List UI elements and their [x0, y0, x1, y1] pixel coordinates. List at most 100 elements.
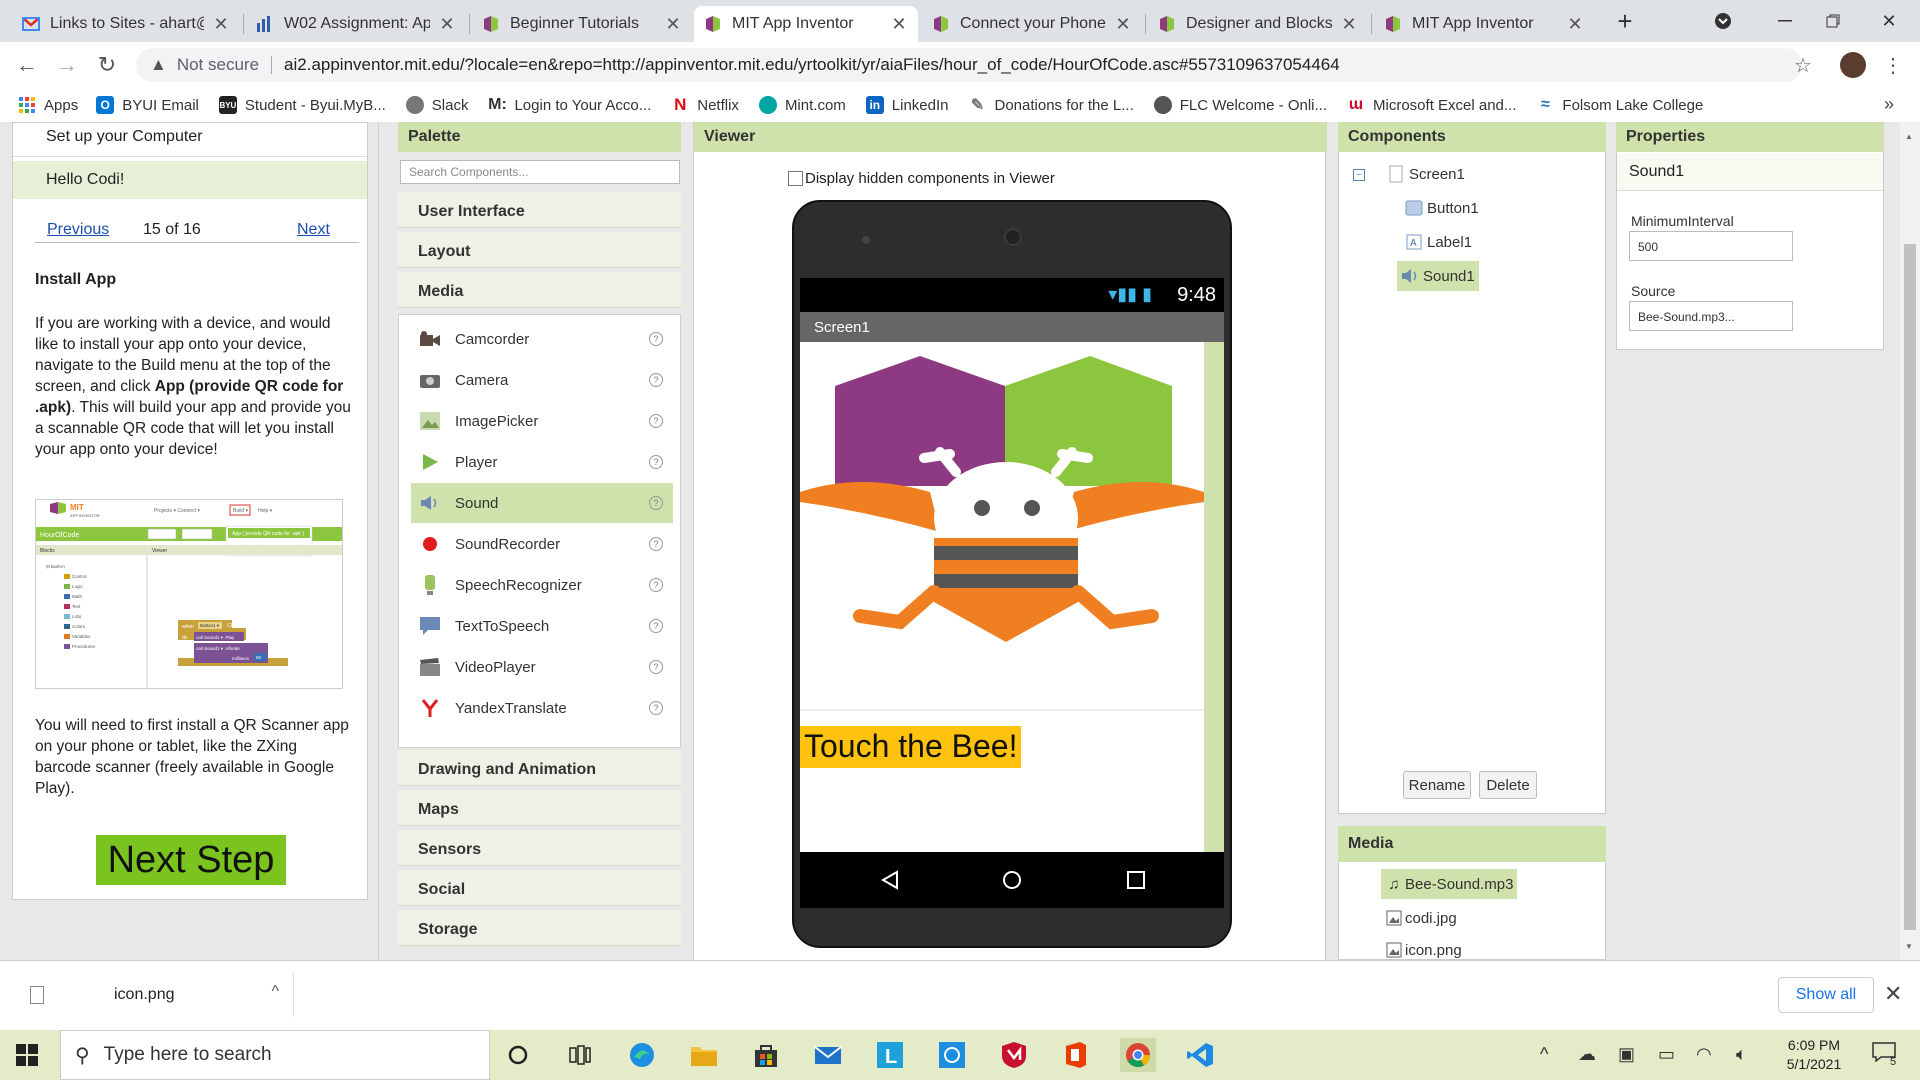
bookmark-apps[interactable]: Apps	[18, 96, 78, 114]
tree-item-screen1[interactable]: Screen1	[1383, 159, 1469, 189]
palette-category-sensors[interactable]: Sensors	[398, 830, 681, 866]
touch-the-bee-label[interactable]: Touch the Bee!	[800, 726, 1022, 768]
wifi-icon[interactable]: ◠	[1696, 1044, 1712, 1065]
forward-arrow-icon[interactable]: →	[52, 50, 82, 80]
download-item[interactable]: icon.png ^	[18, 973, 294, 1017]
tree-item-sound1[interactable]: Sound1	[1397, 261, 1479, 291]
bookmark-star-icon[interactable]: ☆	[1788, 50, 1818, 80]
mcafee-shield-icon[interactable]	[996, 1038, 1032, 1072]
close-tab-icon[interactable]: ✕	[438, 14, 456, 35]
bookmark-flc-welcome[interactable]: FLC Welcome - Onli...	[1153, 96, 1327, 114]
close-tab-icon[interactable]: ✕	[1114, 14, 1132, 35]
task-view-icon[interactable]	[562, 1038, 598, 1072]
rename-button[interactable]: Rename	[1403, 771, 1471, 799]
chevron-up-tray-icon[interactable]: ^	[1540, 1044, 1548, 1065]
profile-avatar[interactable]	[1840, 52, 1866, 78]
help-icon[interactable]: ?	[649, 537, 663, 551]
previous-link[interactable]: Previous	[47, 221, 109, 239]
scroll-down-icon[interactable]: ▼	[1905, 942, 1913, 951]
bookmark-mint[interactable]: Mint.com	[758, 96, 846, 114]
office-icon[interactable]	[1058, 1038, 1094, 1072]
tutorial-setup-link[interactable]: Set up your Computer	[13, 123, 367, 157]
close-tab-icon[interactable]: ✕	[890, 14, 908, 35]
palette-item-player[interactable]: Player?	[411, 442, 673, 482]
help-icon[interactable]: ?	[649, 414, 663, 428]
palette-item-yandextranslate[interactable]: YandexTranslate?	[411, 688, 673, 728]
security-tray-icon[interactable]: ▣	[1618, 1044, 1635, 1065]
display-hidden-checkbox[interactable]: Display hidden components in Viewer	[788, 170, 1055, 187]
reload-icon[interactable]: ↻	[92, 50, 122, 80]
bookmark-donations[interactable]: ✎ Donations for the L...	[968, 96, 1134, 114]
next-link[interactable]: Next	[297, 221, 330, 239]
more-bookmarks-icon[interactable]: »	[1884, 94, 1894, 115]
mail-icon[interactable]	[810, 1038, 846, 1072]
help-icon[interactable]: ?	[649, 373, 663, 387]
camera-app-icon[interactable]	[934, 1038, 970, 1072]
close-downloads-icon[interactable]: ✕	[1884, 981, 1902, 1007]
panel-divider[interactable]	[378, 122, 398, 960]
media-file-bee-sound[interactable]: ♫ Bee-Sound.mp3	[1381, 869, 1518, 899]
bookmark-student[interactable]: BYU Student - Byui.MyB...	[218, 96, 386, 114]
bookmark-linkedin[interactable]: in LinkedIn	[865, 96, 949, 114]
bookmark-login[interactable]: M: Login to Your Acco...	[488, 96, 651, 114]
tree-item-button1[interactable]: Button1	[1401, 193, 1483, 223]
tab-search-icon[interactable]	[1700, 4, 1746, 38]
tab-connect-phone[interactable]: Connect your Phone o ✕	[922, 6, 1142, 42]
close-tab-icon[interactable]: ✕	[212, 14, 230, 35]
notification-icon[interactable]: 5	[1872, 1042, 1900, 1068]
palette-category-layout[interactable]: Layout	[398, 232, 681, 268]
media-file-icon[interactable]: icon.png	[1381, 935, 1466, 960]
new-tab-icon[interactable]: +	[1602, 4, 1648, 38]
show-all-button[interactable]: Show all	[1778, 977, 1874, 1013]
palette-category-storage[interactable]: Storage	[398, 910, 681, 946]
close-tab-icon[interactable]: ✕	[1340, 14, 1358, 35]
tab-canvas[interactable]: W02 Assignment: App ✕	[246, 6, 466, 42]
tab-designer-blocks[interactable]: Designer and Blocks E ✕	[1148, 6, 1368, 42]
palette-category-user-interface[interactable]: User Interface	[398, 192, 681, 228]
close-window-icon[interactable]: ✕	[1866, 4, 1912, 38]
back-arrow-icon[interactable]: ←	[12, 50, 42, 80]
palette-item-videoplayer[interactable]: VideoPlayer?	[411, 647, 673, 687]
scrollbar-thumb[interactable]	[1904, 244, 1916, 930]
volume-icon[interactable]: 🔈︎	[1736, 1044, 1747, 1065]
min-interval-input[interactable]: 500	[1629, 231, 1793, 261]
bee-image-button[interactable]	[800, 342, 1204, 718]
bookmark-excel[interactable]: ɯ Microsoft Excel and...	[1347, 96, 1516, 114]
l-app-icon[interactable]: L	[872, 1038, 908, 1072]
checkbox-box[interactable]	[788, 171, 803, 186]
next-step-button[interactable]: Next Step	[96, 835, 286, 885]
help-icon[interactable]: ?	[649, 496, 663, 510]
minimize-icon[interactable]	[1762, 4, 1808, 38]
palette-category-social[interactable]: Social	[398, 870, 681, 906]
palette-item-soundrecorder[interactable]: SoundRecorder?	[411, 524, 673, 564]
help-icon[interactable]: ?	[649, 701, 663, 715]
page-scrollbar[interactable]: ▲ ▼	[1900, 122, 1920, 960]
palette-search-input[interactable]: Search Components...	[400, 160, 680, 184]
tab-mit-app-inventor-active[interactable]: MIT App Inventor ✕	[694, 6, 918, 42]
chevron-up-icon[interactable]: ^	[271, 983, 279, 1001]
store-bag-icon[interactable]	[748, 1038, 784, 1072]
help-icon[interactable]: ?	[649, 619, 663, 633]
kebab-menu-icon[interactable]: ⋮	[1878, 50, 1908, 80]
bookmark-slack[interactable]: Slack	[405, 96, 468, 114]
palette-item-speechrecognizer[interactable]: SpeechRecognizer?	[411, 565, 673, 605]
tab-mit-app-inventor-2[interactable]: MIT App Inventor ✕	[1374, 6, 1594, 42]
palette-item-sound[interactable]: Sound?	[411, 483, 673, 523]
tree-item-label1[interactable]: A Label1	[1401, 227, 1476, 257]
help-icon[interactable]: ?	[649, 660, 663, 674]
file-explorer-icon[interactable]	[686, 1038, 722, 1072]
help-icon[interactable]: ?	[649, 332, 663, 346]
edge-browser-icon[interactable]	[624, 1038, 660, 1072]
bookmark-netflix[interactable]: N Netflix	[671, 95, 739, 114]
bookmark-byui-email[interactable]: O BYUI Email	[96, 96, 199, 114]
help-icon[interactable]: ?	[649, 578, 663, 592]
palette-item-camera[interactable]: Camera?	[411, 360, 673, 400]
taskbar-clock[interactable]: 6:09 PM 5/1/2021	[1774, 1036, 1854, 1074]
restore-icon[interactable]	[1810, 4, 1856, 38]
palette-category-media[interactable]: Media	[398, 272, 681, 308]
scroll-up-icon[interactable]: ▲	[1905, 132, 1913, 141]
url-bar[interactable]: ▲ Not secure ai2.appinventor.mit.edu/?lo…	[136, 48, 1802, 82]
palette-item-camcorder[interactable]: Camcorder?	[411, 319, 673, 359]
palette-category-maps[interactable]: Maps	[398, 790, 681, 826]
palette-category-drawing[interactable]: Drawing and Animation	[398, 750, 681, 786]
